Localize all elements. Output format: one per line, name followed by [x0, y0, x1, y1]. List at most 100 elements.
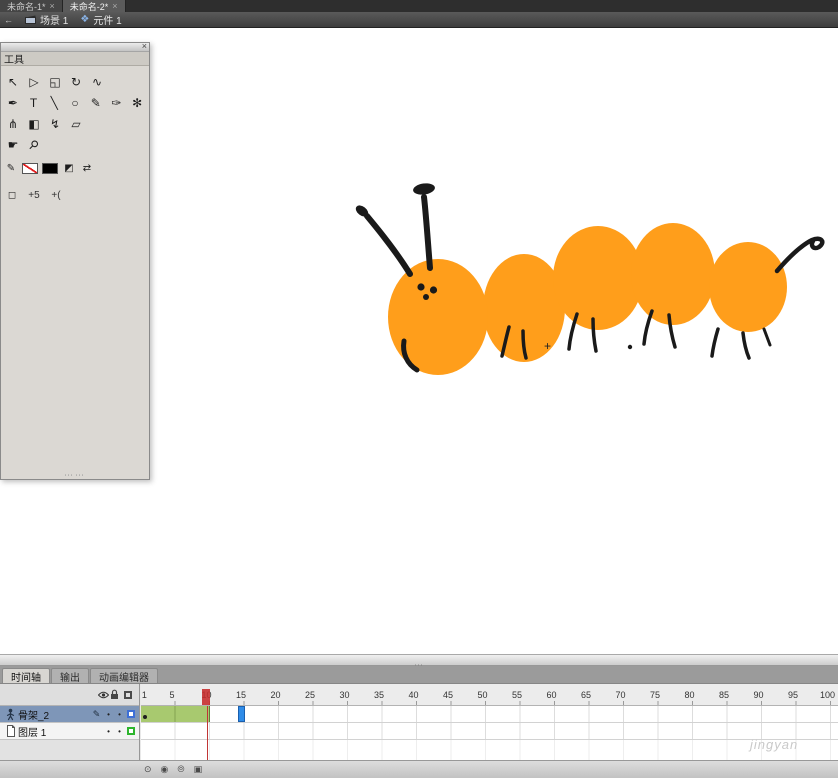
ruler-number: 40	[409, 690, 419, 700]
brush-tool[interactable]: ✑	[107, 93, 127, 112]
straighten-mode-option[interactable]: +(	[49, 188, 63, 202]
tab-motion-editor[interactable]: 动画编辑器	[90, 668, 158, 683]
lasso-tool[interactable]: ∿	[87, 72, 107, 91]
tab-document-1[interactable]: 未命名-1* ×	[0, 0, 63, 12]
onion-skin-outlines-button[interactable]: ⦾	[177, 764, 184, 775]
layer-outline-color[interactable]	[127, 710, 135, 718]
ruler-number: 50	[478, 690, 488, 700]
edit-multiple-frames-button[interactable]: ▣	[194, 764, 203, 775]
oval-tool[interactable]: ○	[65, 93, 85, 112]
text-tool[interactable]: T	[24, 93, 44, 112]
ruler-number: 55	[512, 690, 522, 700]
layer-lock-dot[interactable]: •	[114, 710, 125, 719]
ground-dot	[628, 345, 632, 349]
ruler-ticks	[141, 701, 838, 705]
onion-skin-button[interactable]: ◉	[161, 764, 169, 775]
eyedropper-tool[interactable]: ↯	[45, 114, 65, 133]
bone-tool-cursor: +	[544, 340, 551, 352]
bone-tool[interactable]: ⋔	[3, 114, 23, 133]
ruler-number: 65	[581, 690, 591, 700]
tools-panel-titlebar[interactable]: ×	[1, 43, 149, 52]
frames-panel: 1510152025303540455055606570758085909510…	[141, 684, 838, 760]
swap-colors-button[interactable]: ⇄	[80, 162, 94, 175]
3d-rotation-tool[interactable]: ↻	[66, 72, 86, 91]
color-controls: ✎ ◩ ⇄	[1, 159, 149, 178]
frame-ruler[interactable]: 1510152025303540455055606570758085909510…	[141, 684, 838, 706]
subselection-tool[interactable]: ▷	[24, 72, 44, 91]
ruler-number: 1	[142, 690, 147, 700]
tab-document-2[interactable]: 未命名-2* ×	[63, 0, 126, 12]
eye-right	[430, 286, 437, 293]
lock-column-icon[interactable]	[109, 689, 120, 700]
ruler-number: 25	[305, 690, 315, 700]
paint-bucket-tool[interactable]: ◧	[24, 114, 44, 133]
fill-color-swatch[interactable]	[42, 163, 58, 174]
close-document-2-icon[interactable]: ×	[112, 2, 117, 11]
ruler-number: 15	[236, 690, 246, 700]
pose-span[interactable]	[141, 706, 210, 722]
caterpillar-body-segments[interactable]	[388, 223, 787, 375]
breadcrumb-scene[interactable]: 场景 1	[25, 12, 68, 27]
stage-horizontal-scrollbar[interactable]: ⋯	[0, 654, 838, 666]
document-tab-bar: 未命名-1* × 未命名-2* ×	[0, 0, 838, 12]
show-hide-column-icon[interactable]	[98, 691, 109, 699]
pencil-tool[interactable]: ✎	[86, 93, 106, 112]
ruler-number: 90	[754, 690, 764, 700]
stroke-color-swatch[interactable]	[22, 163, 38, 174]
ruler-number: 80	[685, 690, 695, 700]
eye-left	[417, 283, 424, 290]
tools-panel-close-icon[interactable]: ×	[142, 41, 147, 52]
stroke-color-icon[interactable]: ✎	[4, 162, 18, 175]
tools-panel-tab[interactable]: 工具	[1, 52, 149, 66]
ruler-number: 60	[547, 690, 557, 700]
layer-name: 图层 1	[18, 724, 90, 739]
tools-panel-resize-grip[interactable]: ⋯⋯	[1, 471, 149, 479]
layer-visibility-dot[interactable]: •	[103, 727, 114, 736]
back-button[interactable]: ←	[4, 15, 13, 25]
frame-row-armature[interactable]	[141, 706, 838, 723]
frame-row-layer1[interactable]	[141, 723, 838, 740]
layer-visibility-dot[interactable]: •	[103, 710, 114, 719]
default-colors-button[interactable]: ◩	[62, 162, 76, 175]
ruler-number: 30	[340, 690, 350, 700]
center-frame-button[interactable]: ⊙	[144, 764, 152, 775]
free-transform-tool[interactable]: ◱	[45, 72, 65, 91]
active-layer-pencil-icon: ✎	[90, 709, 103, 720]
deco-tool[interactable]: ✻	[127, 93, 147, 112]
object-drawing-toggle[interactable]: ◻	[5, 188, 19, 202]
tools-grid: ↖▷◱↻∿✒T╲○✎✑✻⋔◧↯▱☛⚲	[1, 66, 149, 154]
selection-tool[interactable]: ↖	[3, 72, 23, 91]
layer-row-layer1[interactable]: 图层 1 • •	[0, 723, 139, 740]
eraser-tool[interactable]: ▱	[66, 114, 86, 133]
tab-timeline[interactable]: 时间轴	[2, 668, 50, 683]
tools-panel: × 工具 ↖▷◱↻∿✒T╲○✎✑✻⋔◧↯▱☛⚲ ✎ ◩ ⇄ ◻+5+( ⋯⋯	[0, 42, 150, 480]
playhead-line[interactable]	[207, 706, 209, 760]
ruler-number: 85	[719, 690, 729, 700]
pen-tool[interactable]: ✒	[3, 93, 23, 112]
scene-label: 场景 1	[40, 12, 68, 27]
breadcrumb-symbol[interactable]: ❖ 元件 1	[80, 12, 121, 27]
tool-options: ◻ +5 +(	[1, 184, 149, 206]
selected-frame[interactable]	[238, 706, 245, 722]
ruler-number: 100	[820, 690, 835, 700]
frames-rest-area[interactable]	[141, 740, 838, 760]
layer-row-armature[interactable]: 骨架_2 ✎ • •	[0, 706, 139, 723]
antenna-right	[424, 197, 430, 268]
timeline-tab-bar: 时间轴 输出 动画编辑器	[0, 666, 838, 684]
timeline-panel: 时间轴 输出 动画编辑器 骨架_2	[0, 666, 838, 778]
ruler-number: 35	[374, 690, 384, 700]
document-2-title: 未命名-2*	[70, 0, 109, 13]
nose-dot	[423, 294, 429, 300]
layer-panel: 骨架_2 ✎ • • 图层 1 • •	[0, 684, 140, 760]
line-tool[interactable]: ╲	[44, 93, 64, 112]
zoom-tool[interactable]: ⚲	[20, 131, 48, 159]
smooth-mode-option[interactable]: +5	[27, 188, 41, 202]
close-document-1-icon[interactable]: ×	[50, 2, 55, 11]
layer-outline-color[interactable]	[127, 727, 135, 735]
playhead-marker[interactable]	[202, 689, 210, 705]
edit-bar: ← 场景 1 ❖ 元件 1	[0, 12, 838, 28]
layer-lock-dot[interactable]: •	[114, 727, 125, 736]
tab-output[interactable]: 输出	[51, 668, 89, 683]
layer-name: 骨架_2	[18, 707, 90, 722]
outline-column-icon[interactable]	[120, 691, 135, 699]
